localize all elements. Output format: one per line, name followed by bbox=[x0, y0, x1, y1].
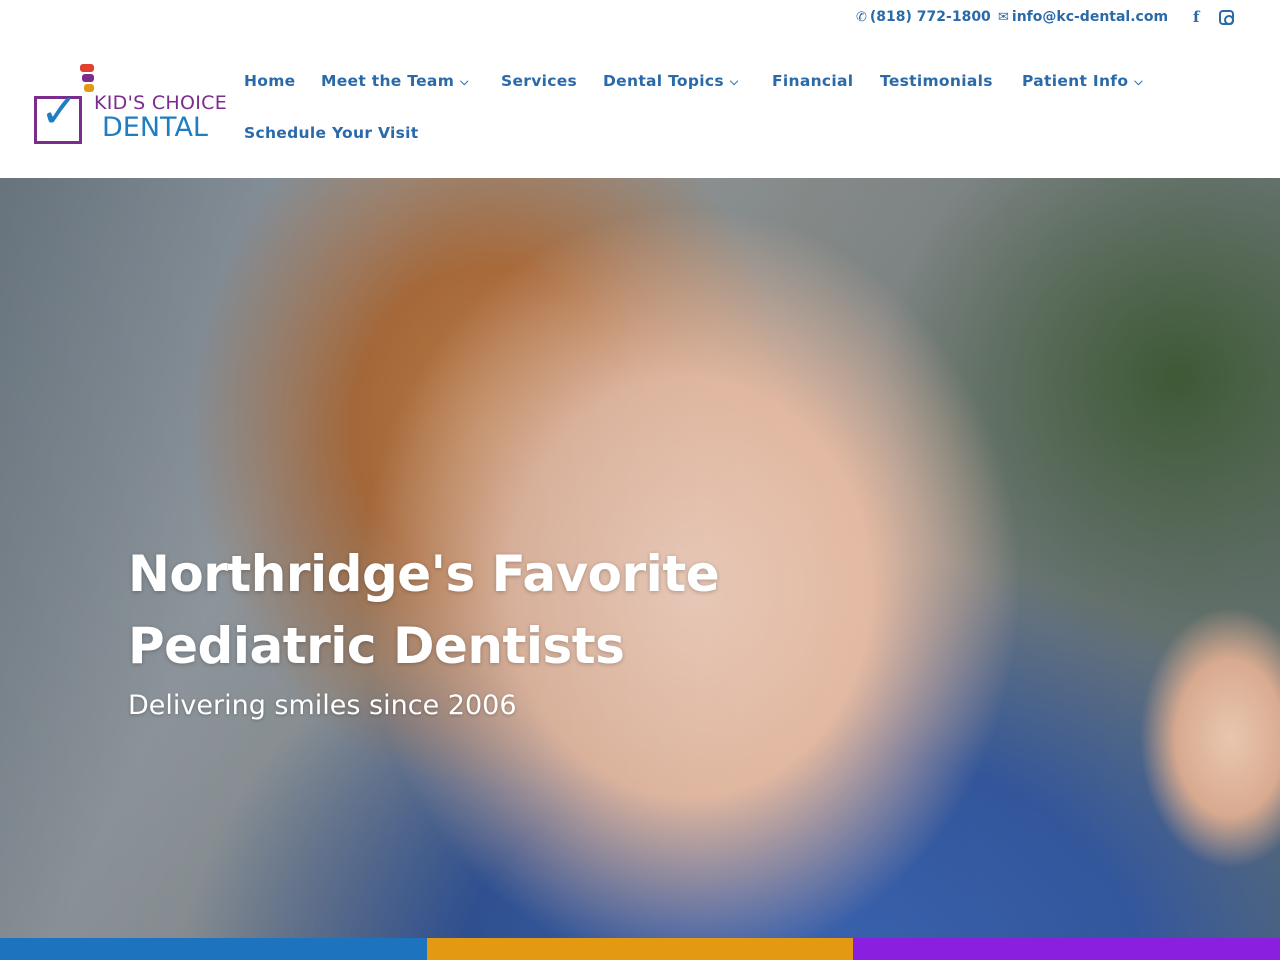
site-header: ✓ KID'S CHOICE DENTAL Home Meet the Team… bbox=[0, 36, 1280, 178]
email-address: info@kc-dental.com bbox=[1011, 9, 1169, 25]
hero-subtitle: Delivering smiles since 2006 bbox=[128, 690, 517, 721]
facebook-icon[interactable]: f bbox=[1193, 8, 1199, 26]
chevron-down-icon: ⌵ bbox=[460, 75, 469, 88]
nav-label: Schedule Your Visit bbox=[244, 124, 419, 142]
chevron-down-icon: ⌵ bbox=[729, 75, 739, 88]
nav-label: Financial bbox=[772, 72, 854, 90]
nav-label: Home bbox=[244, 72, 296, 90]
checkmark-icon: ✓ bbox=[40, 84, 79, 138]
email-link[interactable]: ✉ info@kc-dental.com bbox=[998, 9, 1168, 25]
nav-dental-topics[interactable]: Dental Topics ⌵ bbox=[603, 72, 739, 90]
nav-label: Meet the Team bbox=[321, 72, 455, 90]
nav-schedule-your-visit[interactable]: Schedule Your Visit bbox=[244, 124, 418, 142]
color-strip bbox=[0, 938, 1280, 960]
nav-financial[interactable]: Financial bbox=[772, 72, 853, 90]
nav-label: Testimonials bbox=[880, 72, 993, 90]
logo-line2: DENTAL bbox=[102, 112, 208, 143]
hero-title-line1: Northridge's Favorite bbox=[128, 545, 720, 603]
logo-line1: KID'S CHOICE bbox=[94, 92, 228, 114]
nav-meet-the-team[interactable]: Meet the Team ⌵ bbox=[321, 72, 469, 90]
instagram-icon[interactable] bbox=[1219, 8, 1234, 29]
nav-patient-info[interactable]: Patient Info ⌵ bbox=[1022, 72, 1143, 90]
nav-label: Dental Topics bbox=[603, 72, 724, 90]
hero-title-line2: Pediatric Dentists bbox=[128, 617, 625, 675]
nav-testimonials[interactable]: Testimonials bbox=[880, 72, 993, 90]
phone-link[interactable]: ✆ (818) 772-1800 bbox=[856, 9, 991, 25]
hero-banner: Northridge's Favorite Pediatric Dentists… bbox=[0, 178, 1280, 938]
nav-services[interactable]: Services bbox=[501, 72, 577, 90]
nav-label: Patient Info bbox=[1022, 72, 1129, 90]
logo[interactable]: ✓ KID'S CHOICE DENTAL bbox=[34, 64, 239, 148]
nav-home[interactable]: Home bbox=[244, 72, 295, 90]
strip-orange bbox=[426, 938, 854, 960]
phone-number: (818) 772-1800 bbox=[869, 9, 991, 25]
strip-blue bbox=[0, 938, 427, 960]
nav-label: Services bbox=[501, 72, 578, 90]
hero-title: Northridge's Favorite Pediatric Dentists bbox=[128, 538, 828, 682]
toothbrush-icon bbox=[80, 64, 94, 104]
strip-purple bbox=[853, 938, 1280, 960]
top-contact-bar: ✆ (818) 772-1800 ✉ info@kc-dental.com f bbox=[0, 0, 1280, 36]
chevron-down-icon: ⌵ bbox=[1134, 75, 1143, 88]
envelope-icon: ✉ bbox=[998, 9, 1009, 25]
phone-icon: ✆ bbox=[856, 9, 867, 25]
